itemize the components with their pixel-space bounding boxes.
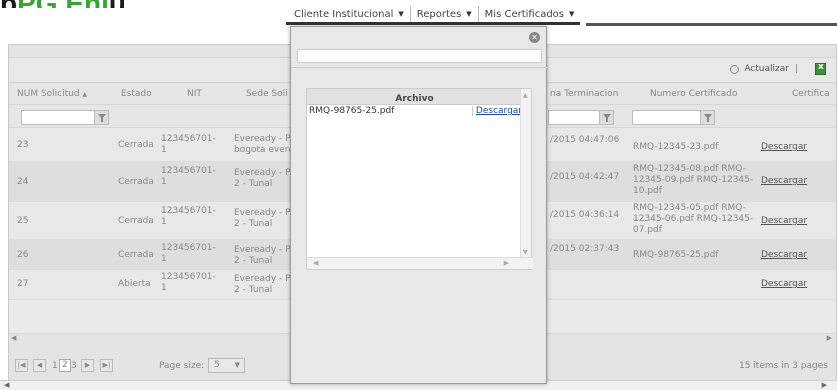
download-link[interactable]: Descargar: [761, 216, 807, 227]
page-size-select[interactable]: 5 ▼: [208, 358, 245, 373]
excel-export-icon[interactable]: [815, 62, 826, 75]
refresh-icon: [730, 63, 741, 74]
menu-cliente-institucional[interactable]: Cliente Institucional ▼: [288, 6, 411, 22]
main-menu: Cliente Institucional ▼ Reportes ▼ Mis Cer…: [286, 6, 581, 25]
header-numero-certificado[interactable]: Numero Certificado: [650, 89, 738, 99]
download-link[interactable]: Descargar: [761, 176, 807, 187]
page-1[interactable]: 1: [52, 361, 58, 371]
file-name: RMQ-98765-25.pdf: [309, 106, 395, 116]
download-link[interactable]: Descargar: [471, 106, 522, 116]
header-archivo: Archivo: [307, 89, 522, 105]
page-3[interactable]: 3: [71, 361, 77, 371]
menubar-divider: [586, 23, 837, 26]
scroll-down-icon[interactable]: ▼: [523, 249, 528, 256]
sort-asc-icon: ▲: [82, 91, 88, 98]
file-row: RMQ-98765-25.pdf Descargar: [307, 106, 522, 118]
scroll-right-icon[interactable]: ▶: [827, 334, 832, 342]
filter-num-solicitud-input[interactable]: [21, 110, 97, 125]
filter-numero-certificado-input[interactable]: [632, 110, 706, 125]
header-num-solicitud[interactable]: NUM Solicitud ▲: [17, 89, 87, 99]
header-estado[interactable]: Estado: [121, 89, 152, 99]
files-popup: ✕ Archivo RMQ-98765-25.pdf Descargar ▲ ▼…: [290, 26, 548, 384]
page-2-current[interactable]: 2: [59, 359, 71, 372]
scroll-right-icon[interactable]: ▶: [822, 381, 827, 389]
filter-icon[interactable]: [599, 110, 614, 125]
popup-content: Archivo RMQ-98765-25.pdf Descargar ▲ ▼ ◀…: [291, 67, 548, 383]
scroll-right-icon[interactable]: ▶: [504, 259, 509, 267]
close-icon[interactable]: ✕: [529, 32, 540, 43]
popup-header-bar: [297, 49, 542, 63]
next-page-icon[interactable]: ▶: [81, 359, 94, 372]
files-table: Archivo RMQ-98765-25.pdf Descargar ▲ ▼ ◀…: [306, 88, 533, 270]
filter-icon[interactable]: [94, 110, 109, 125]
scroll-left-icon[interactable]: ◀: [313, 259, 318, 267]
header-certificado[interactable]: Certifica: [792, 89, 830, 99]
scroll-left-icon[interactable]: ◀: [11, 334, 16, 342]
scroll-up-icon[interactable]: ▲: [523, 92, 528, 99]
caret-down-icon: ▼: [398, 10, 404, 18]
brand-logo: pPG Eniu: [0, 0, 290, 8]
header-fecha-terminacion[interactable]: na Terminacion: [550, 89, 618, 99]
pager-info: 15 items in 3 pages: [738, 361, 828, 371]
prev-page-icon[interactable]: ◀: [33, 359, 46, 372]
download-link[interactable]: Descargar: [761, 279, 807, 290]
menu-mis-certificados[interactable]: Mis Certificados ▼: [479, 6, 581, 22]
page-size-label: Page size:: [159, 361, 205, 371]
caret-down-icon: ▼: [466, 10, 472, 18]
filter-icon[interactable]: [700, 110, 715, 125]
files-vertical-scrollbar[interactable]: ▲ ▼: [520, 89, 531, 259]
menu-reportes[interactable]: Reportes ▼: [411, 6, 479, 22]
header-sede[interactable]: Sede Soli: [246, 89, 288, 99]
header-nit[interactable]: NIT: [187, 89, 202, 99]
scroll-left-icon[interactable]: ◀: [4, 381, 9, 389]
caret-down-icon: ▼: [569, 10, 575, 18]
refresh-button[interactable]: Actualizar |: [730, 63, 804, 74]
caret-down-icon: ▼: [234, 361, 240, 369]
last-page-icon[interactable]: ▶|: [100, 359, 113, 372]
files-horizontal-scrollbar[interactable]: ◀ ▶: [307, 257, 533, 269]
filter-fecha-input[interactable]: [548, 110, 600, 125]
download-link[interactable]: Descargar: [761, 250, 807, 261]
first-page-icon[interactable]: |◀: [15, 359, 28, 372]
download-link[interactable]: Descargar: [761, 142, 807, 153]
